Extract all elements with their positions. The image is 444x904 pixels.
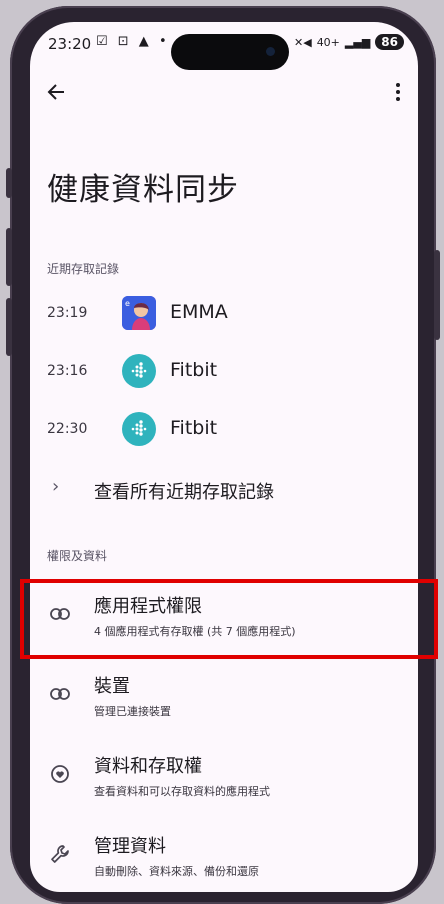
perm-title: 管理資料 <box>94 836 166 857</box>
access-time: 23:19 <box>47 305 88 321</box>
access-time: 23:16 <box>47 363 88 379</box>
phone-volume-down <box>6 298 12 356</box>
more-vert-icon <box>396 83 400 101</box>
mute-icon: ✕◀ <box>294 35 312 49</box>
access-time: 22:30 <box>47 421 88 437</box>
permissions-header: 權限及資料 <box>47 549 108 563</box>
notification-icons: ☑ ⊡ ▲ • <box>96 34 170 49</box>
access-row-fitbit[interactable]: 23:16 Fitbit <box>30 346 418 398</box>
phone-volume-up <box>6 228 12 286</box>
heart-shield-icon <box>50 764 70 784</box>
devices-item[interactable]: 裝置 管理已連接裝置 <box>30 662 418 732</box>
status-bar: 23:20 ☑ ⊡ ▲ • ✕◀ 40+ ▂▄▆ 86 <box>30 22 418 70</box>
app-name: Fitbit <box>170 359 218 381</box>
arrow-left-icon <box>47 84 64 100</box>
more-options-button[interactable] <box>388 76 408 108</box>
link-icon <box>50 684 70 704</box>
fitbit-icon <box>122 354 156 388</box>
see-all-label: 查看所有近期存取記錄 <box>94 482 274 503</box>
emma-app-icon: e <box>122 296 156 330</box>
status-time: 23:20 <box>48 35 92 53</box>
manage-data-item[interactable]: 管理資料 自動刪除、資料來源、備份和還原 <box>30 822 418 892</box>
perm-subtitle: 查看資料和可以存取資料的應用程式 <box>94 785 270 798</box>
battery-icon: 86 <box>375 34 404 50</box>
phone-side-button <box>6 168 12 198</box>
recent-access-header: 近期存取記錄 <box>47 262 120 276</box>
status-icons-right: ✕◀ 40+ ▂▄▆ 86 <box>294 34 404 50</box>
data-and-access-item[interactable]: 資料和存取權 查看資料和可以存取資料的應用程式 <box>30 742 418 812</box>
access-row-fitbit[interactable]: 22:30 Fitbit <box>30 404 418 456</box>
fitbit-icon <box>122 412 156 446</box>
perm-subtitle: 管理已連接裝置 <box>94 705 171 718</box>
see-all-recent-access[interactable]: › 查看所有近期存取記錄 <box>30 470 418 510</box>
highlight-box <box>20 579 438 659</box>
phone-power-button <box>434 250 440 340</box>
chevron-right-icon: › <box>52 476 60 497</box>
perm-subtitle: 自動刪除、資料來源、備份和還原 <box>94 865 259 878</box>
network-label: 40+ <box>316 35 340 49</box>
dynamic-island <box>171 34 289 70</box>
app-name: EMMA <box>170 301 228 323</box>
app-name: Fitbit <box>170 417 218 439</box>
signal-icon: ▂▄▆ <box>344 35 371 49</box>
back-button[interactable] <box>40 76 72 108</box>
camera-icon <box>266 47 275 56</box>
wrench-icon <box>50 844 70 864</box>
svg-text:e: e <box>125 299 130 308</box>
page-title: 健康資料同步 <box>47 172 239 208</box>
screen: 23:20 ☑ ⊡ ▲ • ✕◀ 40+ ▂▄▆ 86 健康資料同步 近期存取記… <box>30 22 418 892</box>
perm-title: 裝置 <box>94 676 130 697</box>
access-row-emma[interactable]: 23:19 e EMMA <box>30 288 418 340</box>
perm-title: 資料和存取權 <box>94 756 202 777</box>
toolbar <box>30 70 418 114</box>
